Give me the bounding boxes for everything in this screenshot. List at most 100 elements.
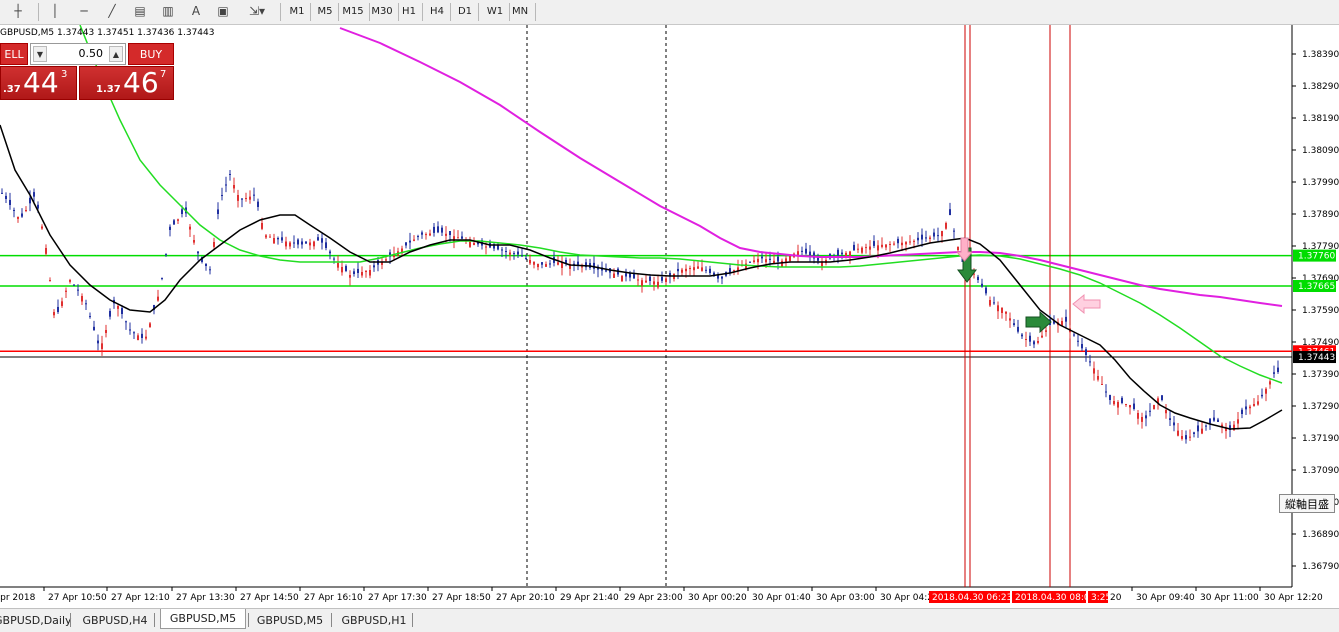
candle-body <box>1153 405 1155 410</box>
candle-body <box>1201 428 1203 434</box>
timeframe-w1[interactable]: W1 <box>486 3 504 20</box>
candle-body <box>1089 361 1091 363</box>
candle-body <box>61 301 63 306</box>
candle-body <box>1129 405 1131 408</box>
timeframe-m1[interactable]: M1 <box>289 3 305 20</box>
candle-body <box>161 277 163 279</box>
chart-toolbar: ┼ │ ─ ╱ ▤ ▥ A ▣ ⇲▾ M1 M5 M15 M30 H1 H4 D1 W1 MN <box>0 0 1339 25</box>
candle-body <box>781 260 783 267</box>
candle-body <box>169 226 171 230</box>
tab-gbpusd-daily[interactable]: GBPUSD,Daily <box>0 612 72 629</box>
candle-body <box>65 290 67 292</box>
timeframe-m5[interactable]: M5 <box>317 3 333 20</box>
lot-size-field[interactable]: ▼ 0.50 ▲ <box>30 43 126 65</box>
tab-gbpusd-h1[interactable]: GBPUSD,H1 <box>338 612 410 629</box>
candle-body <box>929 237 931 239</box>
time-label: 27 Apr 13:30 <box>176 593 235 603</box>
candle-body <box>41 226 43 229</box>
candle-body <box>869 246 871 250</box>
candle-body <box>985 287 987 294</box>
candle-body <box>805 248 807 254</box>
candle-body <box>1193 432 1195 434</box>
candle-body <box>789 256 791 262</box>
time-tag-label: 3:25 <box>1091 593 1111 603</box>
candle-body <box>425 234 427 236</box>
candle-body <box>861 247 863 253</box>
candle-body <box>69 280 71 282</box>
candle-body <box>357 268 359 273</box>
price-chart[interactable]: 1.38390 1.38290 1.38190 1.38090 1.37990 1.378… <box>0 25 1339 607</box>
arrow-tool-icon[interactable]: ⇲▾ <box>244 3 270 20</box>
lot-increase-icon[interactable]: ▲ <box>109 46 123 62</box>
candle-body <box>1265 388 1267 394</box>
candle-body <box>873 241 875 246</box>
sell-price-button[interactable]: .37 44 3 <box>0 66 77 100</box>
candle-body <box>105 330 107 333</box>
timeframe-m15[interactable]: M15 <box>342 3 364 20</box>
fibo-icon[interactable]: ▤ <box>130 3 150 20</box>
sell-price-main: 44 <box>23 66 59 99</box>
candle-body <box>653 281 655 285</box>
toolbar-separator <box>338 3 339 21</box>
candle-body <box>1253 404 1255 406</box>
candle-body <box>293 242 295 244</box>
timeframe-h1[interactable]: H1 <box>401 3 417 20</box>
candle-body <box>949 209 951 215</box>
candle-body <box>253 194 255 196</box>
candle-body <box>1101 384 1103 385</box>
price-tag-label: 1.37665 <box>1298 282 1335 292</box>
candle-body <box>1205 425 1207 427</box>
lot-size-value[interactable]: 0.50 <box>49 44 107 64</box>
time-label: 30 Apr 01:40 <box>752 593 811 603</box>
candle-body <box>333 258 335 260</box>
price-label: 1.37890 <box>1302 210 1339 220</box>
candle-body <box>309 242 311 246</box>
tab-gbpusd-h4[interactable]: GBPUSD,H4 <box>78 612 152 629</box>
candle-body <box>373 265 375 268</box>
candle-body <box>297 239 299 245</box>
label-tool-icon[interactable]: ▣ <box>213 3 233 20</box>
candle-body <box>1005 311 1007 314</box>
horizontal-line-icon[interactable]: ─ <box>74 3 94 20</box>
candle-body <box>1237 419 1239 424</box>
candle-body <box>901 242 903 246</box>
toolbar-separator <box>398 3 399 21</box>
candle-body <box>665 278 667 282</box>
crosshair-icon[interactable]: ┼ <box>8 3 28 20</box>
tab-gbpusd-m5[interactable]: GBPUSD,M5 <box>160 609 246 629</box>
trendline-icon[interactable]: ╱ <box>102 3 122 20</box>
time-label: Apr 2018 <box>0 593 36 603</box>
candle-body <box>5 195 7 199</box>
candle-body <box>1013 323 1015 325</box>
candle-body <box>133 332 135 334</box>
candle-body <box>709 268 711 273</box>
timeframe-m30[interactable]: M30 <box>371 3 393 20</box>
candle-body <box>53 312 55 316</box>
buy-price-button[interactable]: 1.37 46 7 <box>79 66 174 100</box>
candle-body <box>73 284 75 286</box>
time-label: 30 Apr 03:00 <box>816 593 875 603</box>
price-label: 1.38190 <box>1302 114 1339 124</box>
buy-button[interactable]: BUY <box>128 43 174 65</box>
candle-body <box>1085 349 1087 355</box>
candle-body <box>721 276 723 279</box>
candle-body <box>125 321 127 323</box>
candle-body <box>353 271 355 274</box>
fibo-fan-icon[interactable]: ▥ <box>158 3 178 20</box>
candle-body <box>637 279 639 281</box>
text-tool-icon[interactable]: A <box>187 3 205 20</box>
sell-button[interactable]: ELL <box>0 43 28 65</box>
vertical-line-icon[interactable]: │ <box>46 3 64 20</box>
candle-body <box>957 247 959 251</box>
candle-body <box>693 267 695 271</box>
candle-body <box>1077 340 1079 342</box>
tab-gbpusd-m5[interactable]: GBPUSD,M5 <box>251 612 329 629</box>
candle-body <box>345 266 347 271</box>
candle-body <box>921 234 923 240</box>
timeframe-h4[interactable]: H4 <box>429 3 445 20</box>
timeframe-d1[interactable]: D1 <box>457 3 473 20</box>
timeframe-mn[interactable]: MN <box>511 3 529 20</box>
candle-body <box>33 192 35 197</box>
candle-body <box>1081 344 1083 349</box>
lot-decrease-icon[interactable]: ▼ <box>33 46 47 62</box>
